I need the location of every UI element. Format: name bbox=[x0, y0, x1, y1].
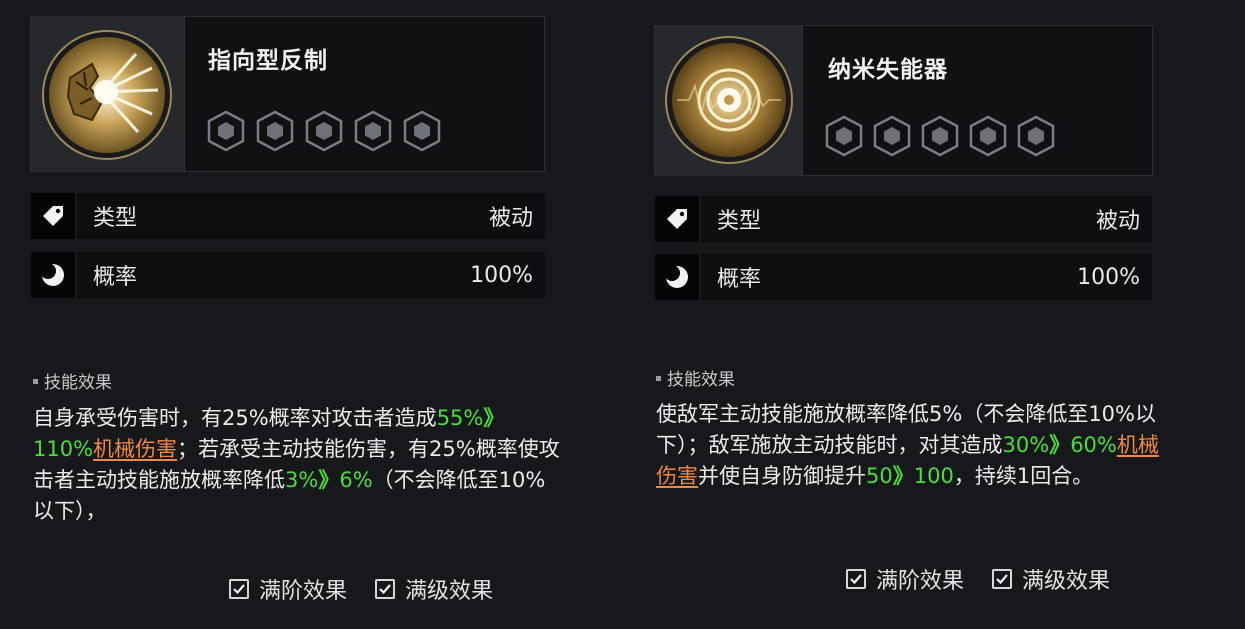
probability-label: 概率 bbox=[717, 267, 762, 292]
type-row: 类型 被动 bbox=[31, 193, 545, 239]
skill-effect-heading: 技能效果 bbox=[656, 365, 735, 390]
tag-icon bbox=[31, 193, 77, 239]
full-level-effect-checkbox[interactable]: 满级效果 bbox=[375, 573, 493, 605]
type-label: 类型 bbox=[717, 209, 762, 234]
bullet-dot bbox=[33, 378, 38, 384]
checkmark-icon bbox=[379, 584, 391, 595]
skill-description: 自身承受伤害时，有25%概率对攻击者造成55%》110%机械伤害；若承受主动技能… bbox=[33, 403, 561, 535]
hexagon-slot-icon bbox=[921, 115, 959, 157]
upgrade-arrow-icon: 》 bbox=[892, 464, 914, 488]
effect-toggles: 满阶效果 满级效果 bbox=[229, 573, 493, 605]
hexagon-slot-icon bbox=[256, 110, 294, 152]
skill-effect-heading: 技能效果 bbox=[33, 368, 112, 393]
checkbox-box[interactable] bbox=[375, 579, 396, 599]
hexagon-slot-icon bbox=[207, 110, 245, 152]
star-rank-slots bbox=[824, 115, 1056, 157]
desc-text: 并使自身防御提升 bbox=[698, 464, 866, 488]
skill-header: 指向型反制 bbox=[30, 16, 545, 172]
checkmark-icon bbox=[850, 574, 862, 585]
effect-toggles: 满阶效果 满级效果 bbox=[846, 563, 1110, 595]
cracked-shield-burst-icon bbox=[42, 30, 172, 160]
type-label: 类型 bbox=[93, 206, 138, 231]
checkbox-box[interactable] bbox=[992, 569, 1013, 589]
checkbox-box[interactable] bbox=[229, 579, 249, 599]
hexagon-slot-icon bbox=[305, 110, 343, 152]
checkmark-icon bbox=[996, 574, 1008, 585]
skill-description: 使敌军主动技能施放概率降低5%（不会降低至10%以下）；敌军施放主动技能时，对其… bbox=[656, 399, 1171, 492]
probability-row: 概率 100% bbox=[31, 252, 545, 298]
upgrade-arrow-icon: 》 bbox=[483, 406, 505, 430]
upgrade-arrow-icon: 》 bbox=[318, 468, 340, 492]
desc-value-max: 100 bbox=[913, 464, 954, 488]
tag-icon bbox=[655, 196, 701, 242]
skill-card-2: 纳米失能器 类型 被动 概率 100% 技能效果 使敌军主动技能施放概率降低5%… bbox=[622, 0, 1245, 629]
checkbox-label: 满级效果 bbox=[1022, 569, 1111, 594]
checkbox-label: 满阶效果 bbox=[876, 569, 965, 594]
hexagon-slot-icon bbox=[825, 115, 863, 157]
checkmark-icon bbox=[233, 584, 245, 595]
star-rank-slots bbox=[206, 110, 442, 152]
hexagon-slot-icon bbox=[1017, 115, 1055, 157]
desc-value-base: 30% bbox=[1002, 433, 1050, 457]
bullet-dot bbox=[656, 375, 661, 381]
desc-text: ，持续1回合。 bbox=[953, 464, 1094, 488]
skill-title: 纳米失能器 bbox=[828, 57, 948, 83]
upgrade-arrow-icon: 》 bbox=[1049, 433, 1071, 457]
desc-text: 自身承受伤害时，有25%概率对攻击者造成 bbox=[33, 406, 437, 430]
full-rank-effect-checkbox[interactable]: 满阶效果 bbox=[846, 563, 964, 595]
hexagon-slot-icon bbox=[969, 115, 1007, 157]
skill-effect-heading-text: 技能效果 bbox=[667, 370, 735, 390]
desc-value-base: 3% bbox=[285, 468, 319, 492]
skill-effect-heading-text: 技能效果 bbox=[44, 373, 112, 393]
desc-value-max: 110% bbox=[33, 437, 94, 461]
probability-value: 100% bbox=[470, 262, 533, 288]
probability-row: 概率 100% bbox=[655, 254, 1152, 300]
type-value: 被动 bbox=[1095, 209, 1140, 234]
checkbox-label: 满级效果 bbox=[405, 579, 494, 604]
type-value: 被动 bbox=[488, 206, 533, 231]
damage-type-link[interactable]: 机械伤害 bbox=[93, 437, 177, 461]
probability-label: 概率 bbox=[93, 265, 138, 290]
skill-icon-frame bbox=[31, 17, 185, 171]
description-fade bbox=[30, 530, 570, 570]
hexagon-slot-icon bbox=[403, 110, 441, 152]
desc-value-max: 60% bbox=[1070, 433, 1117, 457]
type-row: 类型 被动 bbox=[655, 196, 1152, 242]
desc-value-base: 50 bbox=[866, 464, 893, 488]
skill-card-1: 指向型反制 类型 被动 概率 100% 技能效果 自身承受伤害时，有25%概率对… bbox=[0, 0, 622, 629]
desc-value-base: 55% bbox=[436, 406, 484, 430]
desc-value-max: 6% bbox=[339, 468, 373, 492]
skill-header: 纳米失能器 bbox=[654, 25, 1153, 176]
hexagon-slot-icon bbox=[873, 115, 911, 157]
nano-disruptor-icon bbox=[665, 36, 793, 164]
full-level-effect-checkbox[interactable]: 满级效果 bbox=[992, 563, 1110, 595]
moon-icon bbox=[655, 254, 701, 300]
skill-title: 指向型反制 bbox=[208, 48, 328, 74]
checkbox-box[interactable] bbox=[846, 569, 866, 589]
hexagon-slot-icon bbox=[354, 110, 392, 152]
probability-value: 100% bbox=[1077, 264, 1140, 290]
checkbox-label: 满阶效果 bbox=[259, 579, 348, 604]
moon-icon bbox=[31, 252, 77, 298]
skill-icon-frame bbox=[655, 26, 803, 175]
full-rank-effect-checkbox[interactable]: 满阶效果 bbox=[229, 573, 347, 605]
